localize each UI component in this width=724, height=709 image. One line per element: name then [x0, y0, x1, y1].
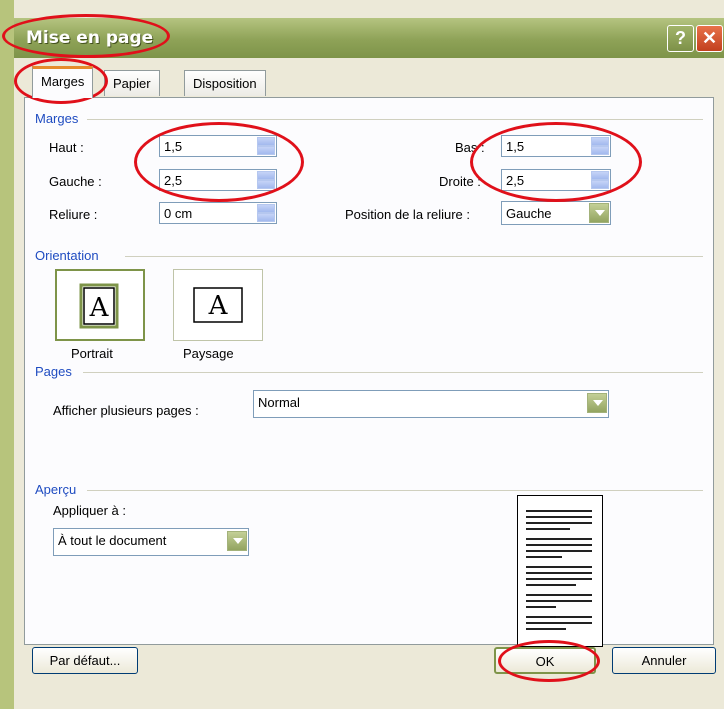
group-divider [125, 256, 703, 257]
gauche-value[interactable]: 2,5 [164, 173, 182, 188]
page-setup-dialog: Mise en page ? ✕ Marges Papier Dispositi… [0, 0, 724, 709]
window-title: Mise en page [26, 28, 154, 48]
chevron-up-icon[interactable] [257, 204, 275, 213]
appliquer-select[interactable]: À tout le document [53, 528, 249, 556]
group-divider [87, 490, 703, 491]
label-appliquer: Appliquer à : [53, 503, 126, 518]
chevron-down-icon[interactable] [591, 146, 609, 155]
page-glyph: A [89, 293, 110, 323]
page-landscape-icon: A [193, 287, 243, 323]
group-title-marges: Marges [35, 111, 79, 126]
annuler-button[interactable]: Annuler [612, 647, 716, 674]
chevron-down-icon[interactable] [257, 180, 275, 189]
ok-button[interactable]: OK [494, 647, 596, 674]
group-title-apercu: Aperçu [35, 482, 77, 497]
bas-spinner[interactable]: 1,5 [501, 135, 611, 157]
chevron-down-icon[interactable] [589, 203, 609, 223]
portrait-label: Portrait [71, 346, 113, 361]
label-bas: Bas : [455, 140, 485, 155]
droite-value[interactable]: 2,5 [506, 173, 524, 188]
help-button[interactable]: ? [667, 25, 694, 52]
position-reliure-select[interactable]: Gauche [501, 201, 611, 225]
label-reliure: Reliure : [49, 207, 98, 222]
window-edge [0, 0, 14, 709]
reliure-value[interactable]: 0 cm [164, 206, 192, 221]
tab-strip: Marges Papier Disposition [24, 66, 714, 98]
portrait-option[interactable]: A [55, 269, 145, 341]
chevron-up-icon[interactable] [257, 137, 275, 146]
label-afficher-pages: Afficher plusieurs pages : [53, 403, 199, 418]
haut-value[interactable]: 1,5 [164, 139, 182, 154]
tab-marges[interactable]: Marges [32, 66, 94, 98]
tab-disposition[interactable]: Disposition [184, 70, 266, 96]
position-reliure-value: Gauche [506, 206, 552, 221]
label-droite: Droite : [439, 174, 481, 189]
paysage-label: Paysage [183, 346, 234, 361]
appliquer-value: À tout le document [58, 533, 167, 548]
chevron-up-icon[interactable] [257, 171, 275, 180]
chevron-down-icon[interactable] [257, 146, 275, 155]
reliure-spinner[interactable]: 0 cm [159, 202, 277, 224]
group-divider [87, 119, 703, 120]
chevron-down-icon[interactable] [227, 531, 247, 551]
tab-panel-marges: Marges Haut : 1,5 Gauche : 2,5 Reliure :… [24, 97, 714, 647]
chevron-down-icon[interactable] [591, 180, 609, 189]
page-glyph: A [208, 291, 229, 321]
haut-spinner[interactable]: 1,5 [159, 135, 277, 157]
close-button[interactable]: ✕ [696, 25, 723, 52]
par-defaut-button[interactable]: Par défaut... [32, 647, 138, 674]
afficher-pages-select[interactable]: Normal [253, 390, 609, 418]
page-portrait-icon: A [79, 283, 119, 329]
label-position-reliure: Position de la reliure : [345, 207, 471, 222]
droite-spinner[interactable]: 2,5 [501, 169, 611, 191]
bas-value[interactable]: 1,5 [506, 139, 524, 154]
label-haut: Haut : [49, 140, 84, 155]
tab-papier[interactable]: Papier [104, 70, 160, 96]
chevron-down-icon[interactable] [257, 213, 275, 222]
group-divider [83, 372, 703, 373]
chevron-up-icon[interactable] [591, 171, 609, 180]
paysage-option[interactable]: A [173, 269, 263, 341]
group-title-orientation: Orientation [35, 248, 99, 263]
group-title-pages: Pages [35, 364, 72, 379]
gauche-spinner[interactable]: 2,5 [159, 169, 277, 191]
chevron-down-icon[interactable] [587, 393, 607, 413]
chevron-up-icon[interactable] [591, 137, 609, 146]
afficher-pages-value: Normal [258, 395, 300, 410]
title-bar[interactable]: Mise en page ? ✕ [14, 18, 724, 58]
page-preview [517, 495, 603, 647]
label-gauche: Gauche : [49, 174, 102, 189]
